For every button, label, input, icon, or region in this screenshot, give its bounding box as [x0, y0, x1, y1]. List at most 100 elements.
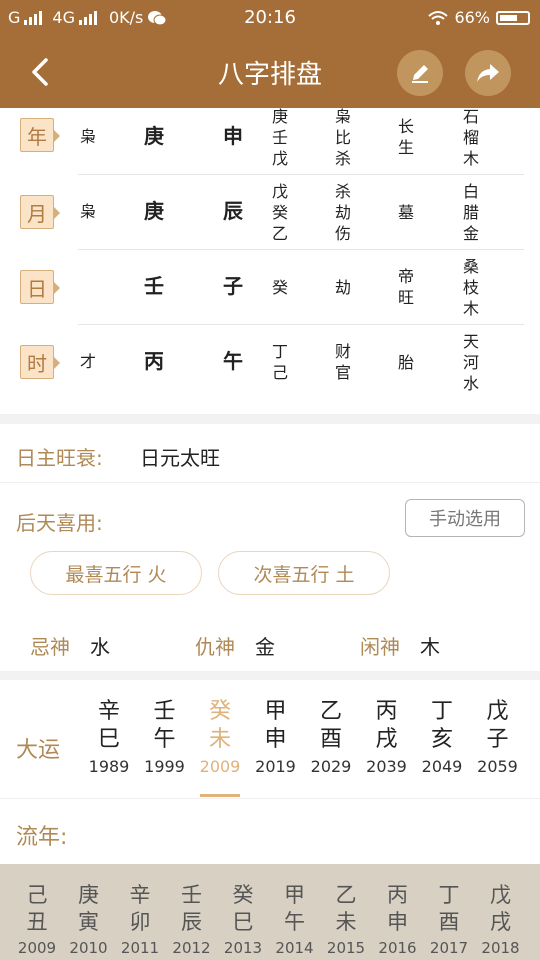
- pillar-fuxing-char: 杀: [334, 181, 351, 201]
- dayun-year: 2049: [421, 757, 463, 776]
- liunian-item[interactable]: 甲午 2014: [270, 882, 320, 960]
- liunian-item[interactable]: 丙申 2016: [373, 882, 423, 960]
- pillar-nayin-char: 河: [462, 352, 479, 372]
- liunian-item[interactable]: 丁酉 2017: [424, 882, 474, 960]
- pillar-tag: 日: [20, 270, 60, 304]
- liunian-item[interactable]: 乙未 2015: [321, 882, 371, 960]
- liunian-gan: 己: [26, 883, 48, 907]
- pillar-state-char: 墓: [397, 202, 414, 222]
- second-element-pill[interactable]: 次喜五行 土: [218, 551, 390, 595]
- dayun-gan: 壬: [153, 699, 176, 724]
- liunian-zhi: 寅: [78, 910, 99, 934]
- liunian-item[interactable]: 壬辰 2012: [167, 882, 217, 960]
- liunian-item[interactable]: 辛卯 2011: [115, 882, 165, 960]
- pillar-canggan: 癸: [266, 277, 294, 298]
- pillar-row: 月枭庚辰戊癸乙杀劫伤墓白腊金: [0, 175, 540, 250]
- pillar-nayin-char: 白: [462, 181, 479, 201]
- share-icon: [477, 64, 499, 82]
- pillar-state: 胎: [392, 352, 420, 373]
- pillar-canggan: 庚壬戊: [266, 106, 294, 169]
- pillar-canggan-char: 丁: [271, 342, 288, 361]
- pillar-fuxing-char: 伤: [334, 223, 351, 243]
- pillar-nayin-char: 木: [462, 298, 479, 318]
- liunian-gan: 癸: [232, 883, 254, 907]
- dayun-gan: 戊: [486, 699, 509, 724]
- dayun-item[interactable]: 戊子 2059: [473, 698, 523, 780]
- dayun-item[interactable]: 丁亥 2049: [417, 698, 467, 780]
- pillar-state: 帝旺: [392, 266, 420, 308]
- dayun-zhi: 午: [153, 727, 176, 752]
- dayun-zhi: 未: [208, 727, 231, 752]
- pillar-gan: 壬: [144, 274, 164, 298]
- liunian-year: 2014: [275, 939, 314, 957]
- liunian-strip[interactable]: 己丑 2009 庚寅 2010 辛卯 2011 壬辰 2012 癸巳 2013 甲午 2014 乙未 20…: [0, 864, 540, 960]
- pillar-zhi: 辰: [223, 199, 243, 223]
- liunian-zhi: 巳: [232, 910, 254, 934]
- dayun-zhi: 亥: [430, 727, 453, 752]
- liunian-zhi: 申: [387, 910, 408, 934]
- pillar-canggan-char: 癸: [271, 202, 288, 222]
- liunian-gan: 甲: [284, 883, 305, 907]
- liunian-year: 2011: [120, 939, 160, 957]
- pillar-fuxing: 枭比杀: [329, 106, 357, 169]
- dayun-gan: 丁: [430, 699, 453, 724]
- dayun-zhi: 酉: [319, 727, 342, 752]
- liunian-gan: 辛: [129, 883, 151, 907]
- pillar-state: 长生: [392, 116, 420, 158]
- share-button[interactable]: [465, 50, 511, 96]
- dayun-item[interactable]: 辛巳 1989: [84, 698, 134, 780]
- dayun-year: 2019: [255, 757, 296, 776]
- pillar-fuxing-char: 财: [334, 342, 351, 361]
- chou-shen-value: 金: [255, 635, 275, 659]
- pillar-shishen: 枭: [79, 127, 96, 146]
- battery-percent: 66%: [454, 8, 490, 27]
- dayun-zhi: 子: [486, 727, 509, 752]
- pillar-state-char: 旺: [397, 288, 414, 307]
- liunian-zhi: 辰: [181, 910, 202, 934]
- xian-shen-label: 闲神: [360, 635, 400, 659]
- pillar-nayin-char: 天: [462, 331, 479, 351]
- pillar-canggan-char: 戊: [271, 181, 288, 201]
- dayun-gan: 甲: [264, 699, 287, 724]
- dayun-item[interactable]: 丙戌 2039: [362, 698, 412, 780]
- dayun-item[interactable]: 壬午 1999: [140, 698, 190, 780]
- dayun-year: 1989: [88, 757, 130, 776]
- best-element-pill[interactable]: 最喜五行 火: [30, 551, 202, 595]
- pillar-canggan-char: 壬: [271, 127, 288, 147]
- page-title: 八字排盘: [217, 60, 322, 90]
- dayun-gan: 丙: [375, 699, 398, 724]
- liunian-header: 流年:: [0, 799, 540, 864]
- pillar-canggan-char: 庚: [271, 106, 288, 126]
- pillar-gan: 庚: [144, 199, 164, 223]
- pillar-nayin-char: 腊: [462, 202, 479, 222]
- pillar-row: 年枭庚申庚壬戊枭比杀长生石榴木: [0, 100, 540, 175]
- pillar-zhi: 申: [223, 124, 243, 148]
- liunian-item[interactable]: 戊戌 2018: [476, 882, 526, 960]
- liunian-item[interactable]: 庚寅 2010: [64, 882, 114, 960]
- dayun-item[interactable]: 甲申 2019: [251, 698, 301, 780]
- pillar-nayin-char: 石: [462, 106, 479, 126]
- xiyong-label: 后天喜用:: [16, 511, 103, 535]
- liunian-item[interactable]: 癸巳 2013: [218, 882, 268, 960]
- edit-button[interactable]: [397, 50, 443, 96]
- liunian-year: 2009: [17, 939, 57, 957]
- pillar-zhi: 午: [223, 349, 243, 373]
- xian-shen-value: 木: [420, 635, 440, 659]
- pillar-fuxing-char: 杀: [334, 148, 351, 168]
- liunian-gan: 壬: [181, 883, 202, 907]
- dayun-active-indicator: [200, 794, 240, 797]
- dayun-year: 2009: [199, 757, 241, 776]
- dayun-item[interactable]: 癸未 2009: [195, 698, 245, 797]
- pillar-fuxing-char: 比: [334, 127, 351, 147]
- dayun-item[interactable]: 乙酉 2029: [306, 698, 356, 780]
- liunian-label: 流年:: [16, 825, 68, 850]
- liunian-zhi: 戌: [490, 910, 511, 934]
- pillar-fuxing: 财官: [329, 341, 357, 383]
- manual-select-button[interactable]: 手动选用: [405, 499, 525, 537]
- liunian-year: 2016: [378, 939, 417, 957]
- pillar-nayin-char: 桑: [462, 256, 479, 276]
- dayun-year: 2039: [366, 757, 407, 776]
- liunian-item[interactable]: 己丑 2009: [12, 882, 62, 960]
- dayun-zhi: 申: [264, 727, 287, 752]
- pillar-fuxing-char: 官: [334, 363, 351, 382]
